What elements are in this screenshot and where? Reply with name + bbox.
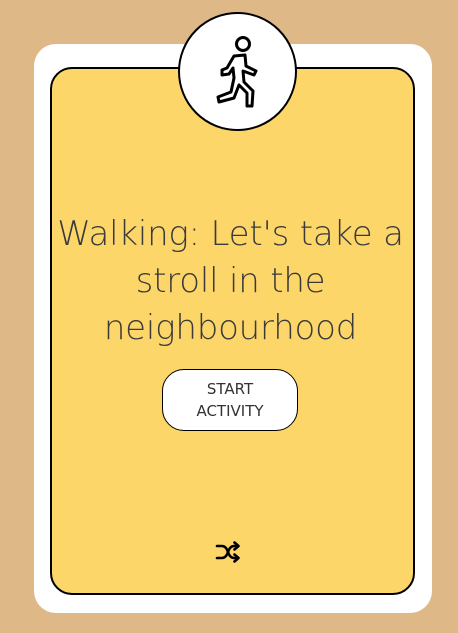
walking-person-icon — [216, 35, 257, 107]
shuffle-button[interactable] — [214, 540, 242, 564]
start-activity-button[interactable]: START ACTIVITY — [162, 369, 298, 431]
activity-icon-badge — [178, 12, 297, 131]
activity-title: Walking: Let's take a stroll in the neig… — [57, 214, 404, 348]
shuffle-icon — [215, 541, 240, 563]
